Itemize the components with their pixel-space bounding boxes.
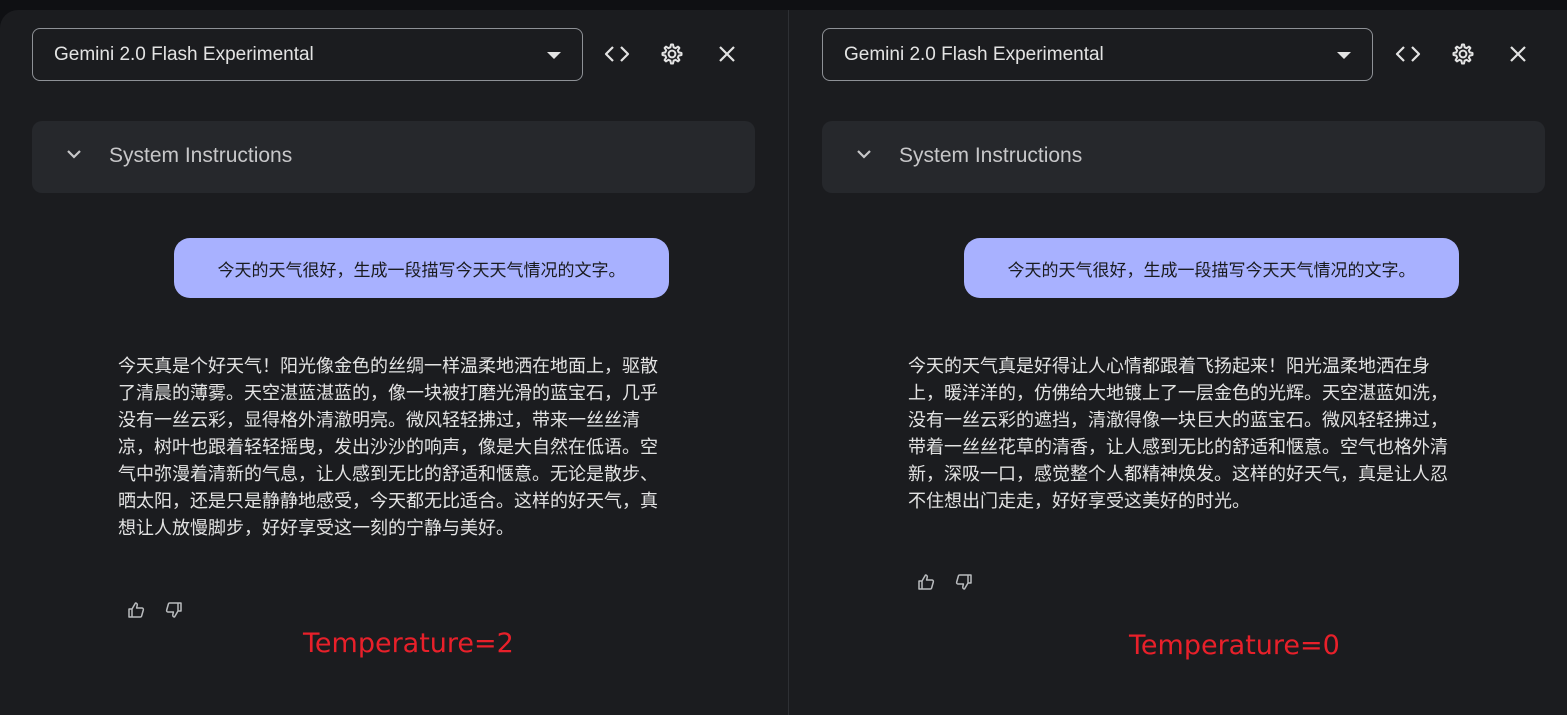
close-icon	[1510, 46, 1526, 62]
feedback-buttons	[916, 572, 974, 592]
temperature-annotation: Temperature=0	[1129, 630, 1340, 661]
model-select-value: Gemini 2.0 Flash Experimental	[844, 43, 1104, 65]
user-message: 今天的天气很好，生成一段描写今天天气情况的文字。	[174, 238, 669, 298]
compare-pane-left: Gemini 2.0 Flash Experimental System Ins…	[0, 10, 788, 715]
gear-icon	[661, 43, 683, 65]
model-select-value: Gemini 2.0 Flash Experimental	[54, 43, 314, 65]
code-icon	[1395, 46, 1421, 62]
like-button[interactable]	[916, 572, 936, 592]
gear-icon	[1452, 43, 1474, 65]
close-button[interactable]	[1500, 36, 1536, 72]
settings-button[interactable]	[1445, 36, 1481, 72]
user-message: 今天的天气很好，生成一段描写今天天气情况的文字。	[964, 238, 1459, 298]
get-code-button[interactable]	[599, 36, 635, 72]
code-icon	[604, 46, 630, 62]
dislike-button[interactable]	[164, 600, 184, 620]
caret-down-icon	[1337, 52, 1351, 59]
caret-down-icon	[547, 52, 561, 59]
system-instructions-panel[interactable]: System Instructions	[822, 121, 1545, 193]
chevron-down-icon	[857, 150, 871, 159]
thumbs-down-icon	[955, 574, 972, 590]
get-code-button[interactable]	[1390, 36, 1426, 72]
close-icon	[719, 46, 735, 62]
model-select[interactable]: Gemini 2.0 Flash Experimental	[32, 28, 583, 81]
model-response: 今天的天气真是好得让人心情都跟着飞扬起来！阳光温柔地洒在身上，暖洋洋的，仿佛给大…	[908, 356, 1448, 511]
close-button[interactable]	[709, 36, 745, 72]
model-response: 今天真是个好天气！阳光像金色的丝绸一样温柔地洒在地面上，驱散了清晨的薄雾。天空湛…	[118, 356, 658, 538]
like-button[interactable]	[126, 600, 146, 620]
thumbs-up-icon	[128, 602, 145, 618]
temperature-annotation: Temperature=2	[303, 628, 514, 659]
system-instructions-panel[interactable]: System Instructions	[32, 121, 755, 193]
model-select[interactable]: Gemini 2.0 Flash Experimental	[822, 28, 1373, 81]
top-strip	[0, 0, 1567, 10]
system-instructions-label: System Instructions	[899, 144, 1083, 167]
thumbs-up-icon	[918, 574, 935, 590]
settings-button[interactable]	[654, 36, 690, 72]
system-instructions-label: System Instructions	[109, 144, 293, 167]
compare-app: Gemini 2.0 Flash Experimental System Ins…	[0, 0, 1567, 715]
thumbs-down-icon	[165, 602, 182, 618]
compare-pane-right: Gemini 2.0 Flash Experimental System Ins…	[789, 10, 1567, 715]
dislike-button[interactable]	[954, 572, 974, 592]
feedback-buttons	[126, 600, 184, 620]
chevron-down-icon	[67, 150, 81, 159]
